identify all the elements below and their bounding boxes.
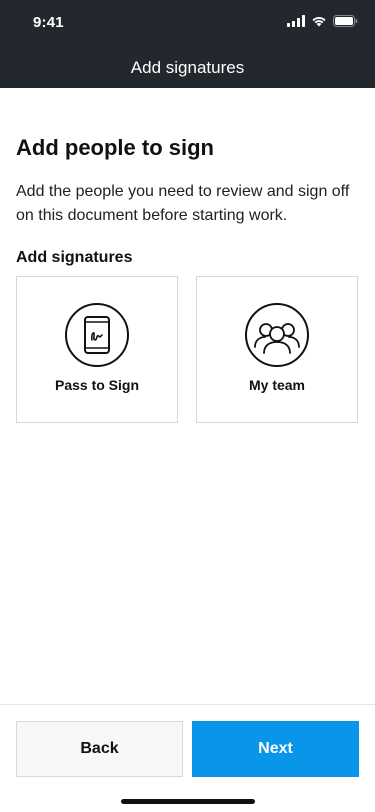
section-label: Add signatures: [16, 249, 133, 266]
status-time: 9:41: [33, 14, 64, 31]
header: 9:41 Add signatures: [0, 0, 375, 88]
pass-to-sign-label: Pass to Sign: [54, 377, 140, 393]
back-button[interactable]: Back: [16, 721, 183, 777]
pass-to-sign-card[interactable]: Pass to Sign: [16, 276, 178, 423]
phone-signature-icon: [65, 303, 129, 367]
screen: 9:41 Add signatures Add people to sign A…: [0, 0, 375, 812]
team-icon: [245, 303, 309, 367]
my-team-label: My team: [248, 377, 306, 393]
next-button[interactable]: Next: [192, 721, 359, 777]
footer-bar: Back Next: [0, 704, 375, 812]
battery-icon: [333, 15, 358, 27]
wifi-icon: [312, 17, 326, 27]
page-description: Add the people you need to review and si…: [16, 183, 350, 224]
main-content: Add people to sign Add the people you ne…: [16, 88, 359, 423]
page-title: Add people to sign: [16, 135, 214, 160]
my-team-card[interactable]: My team: [196, 276, 358, 423]
nav-title: Add signatures: [130, 58, 245, 77]
cellular-signal-icon: [287, 15, 305, 27]
signature-options: Pass to Sign My team: [16, 276, 359, 423]
status-icons: [287, 15, 358, 27]
home-indicator: [121, 799, 255, 804]
